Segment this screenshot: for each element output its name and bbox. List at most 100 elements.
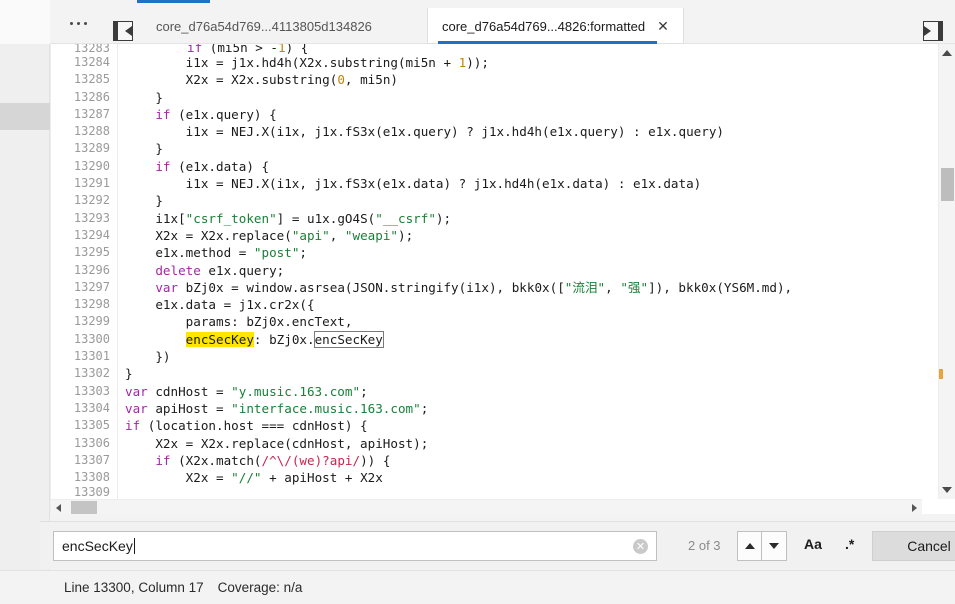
code-line[interactable]: if (e1x.query) { xyxy=(119,106,922,123)
regex-button[interactable]: .* xyxy=(845,536,854,552)
line-number: 13291 xyxy=(51,175,110,192)
code-line[interactable]: var cdnHost = "y.music.163.com"; xyxy=(119,383,922,400)
close-icon[interactable]: ✕ xyxy=(657,19,669,33)
line-number: 13308 xyxy=(51,469,110,486)
code-line[interactable]: var apiHost = "interface.music.163.com"; xyxy=(119,400,922,417)
code-line[interactable]: delete e1x.query; xyxy=(119,262,922,279)
line-number: 13284 xyxy=(51,54,110,71)
tab-core-formatted[interactable]: core_d76a54d769...4826:formatted ✕ xyxy=(427,8,684,44)
scroll-right-icon[interactable] xyxy=(912,504,917,512)
line-number: 13299 xyxy=(51,313,110,330)
line-number: 13301 xyxy=(51,348,110,365)
left-rail xyxy=(0,0,50,604)
horizontal-scroll-thumb[interactable] xyxy=(71,501,97,514)
line-number: 13302 xyxy=(51,365,110,382)
coverage-label: Coverage: n/a xyxy=(218,580,303,595)
code-line[interactable]: if (e1x.data) { xyxy=(119,158,922,175)
chevron-up-icon xyxy=(745,543,755,549)
clear-icon[interactable]: ✕ xyxy=(633,539,648,554)
line-number: 13298 xyxy=(51,296,110,313)
code-line[interactable]: } xyxy=(119,89,922,106)
code-line[interactable]: i1x = j1x.hd4h(X2x.substring(mi5n + 1)); xyxy=(119,54,922,71)
panel-right-arrow xyxy=(924,26,938,36)
panel-right-icon[interactable] xyxy=(923,21,943,41)
line-number: 13307 xyxy=(51,452,110,469)
scroll-left-icon[interactable] xyxy=(56,504,61,512)
line-number: 13306 xyxy=(51,435,110,452)
overflow-menu-icon[interactable] xyxy=(58,12,98,34)
code-line[interactable]: i1x = NEJ.X(i1x, j1x.fS3x(e1x.query) ? j… xyxy=(119,123,922,140)
search-input-value: encSecKey xyxy=(62,538,133,554)
line-number-gutter: 1328313284132851328613287132881328913290… xyxy=(51,44,118,499)
code-line[interactable]: e1x.method = "post"; xyxy=(119,244,922,261)
code-line[interactable]: encSecKey: bZj0x.encSecKey xyxy=(119,331,922,348)
code-line[interactable]: if (mi5n > -1) { xyxy=(119,44,922,54)
code-line[interactable]: X2x = "//" + apiHost + X2x xyxy=(119,469,922,486)
line-number: 13283 xyxy=(51,44,110,54)
line-number: 13286 xyxy=(51,89,110,106)
search-input[interactable]: encSecKey ✕ xyxy=(53,531,657,561)
tab-core-original[interactable]: core_d76a54d769...4113805d134826 xyxy=(142,8,386,44)
code-line[interactable]: i1x = NEJ.X(i1x, j1x.fS3x(e1x.data) ? j1… xyxy=(119,175,922,192)
code-line[interactable]: } xyxy=(119,192,922,209)
tab-strip-accent xyxy=(137,0,210,3)
panel-left-icon[interactable] xyxy=(113,21,133,41)
code-line[interactable]: } xyxy=(119,140,922,157)
line-number: 13287 xyxy=(51,106,110,123)
cancel-button[interactable]: Cancel xyxy=(872,531,955,561)
line-number: 13297 xyxy=(51,279,110,296)
line-number: 13295 xyxy=(51,244,110,261)
search-match: encSecKey xyxy=(315,332,383,347)
tab-strip: core_d76a54d769...4113805d134826 core_d7… xyxy=(50,0,955,44)
line-number: 13289 xyxy=(51,140,110,157)
scroll-down-icon[interactable] xyxy=(942,487,952,493)
panel-right-bar xyxy=(938,22,942,40)
code-line[interactable]: X2x = X2x.replace(cdnHost, apiHost); xyxy=(119,435,922,452)
code-line[interactable]: }) xyxy=(119,348,922,365)
search-match-marker xyxy=(939,369,943,379)
source-editor: 1328313284132851328613287132881328913290… xyxy=(50,44,955,514)
code-line[interactable]: if (X2x.match(/^\/(we)?api/)) { xyxy=(119,452,922,469)
status-bar: Line 13300, Column 17 Coverage: n/a xyxy=(0,570,955,604)
tab-label: core_d76a54d769...4113805d134826 xyxy=(156,19,372,34)
line-number: 13292 xyxy=(51,192,110,209)
find-bar: encSecKey ✕ 2 of 3 Aa .* Cancel xyxy=(40,521,955,569)
code-area[interactable]: 1328313284132851328613287132881328913290… xyxy=(51,44,922,499)
line-number: 13296 xyxy=(51,262,110,279)
vertical-scrollbar[interactable] xyxy=(938,44,955,499)
panel-left-arrow xyxy=(118,26,132,36)
tab-label: core_d76a54d769...4826:formatted xyxy=(442,19,645,34)
chevron-down-icon xyxy=(769,543,779,549)
line-number: 13294 xyxy=(51,227,110,244)
horizontal-scrollbar[interactable] xyxy=(51,499,922,514)
devtools-window: core_d76a54d769...4113805d134826 core_d7… xyxy=(0,0,955,604)
previous-match-button[interactable] xyxy=(737,531,762,561)
next-match-button[interactable] xyxy=(762,531,787,561)
line-number: 13304 xyxy=(51,400,110,417)
code-lines[interactable]: if (mi5n > -1) { i1x = j1x.hd4h(X2x.subs… xyxy=(119,44,922,499)
search-match-current: encSecKey xyxy=(186,332,254,347)
code-line[interactable]: X2x = X2x.substring(0, mi5n) xyxy=(119,71,922,88)
code-line[interactable]: X2x = X2x.replace("api", "weapi"); xyxy=(119,227,922,244)
code-line[interactable]: e1x.data = j1x.cr2x({ xyxy=(119,296,922,313)
line-number: 13293 xyxy=(51,210,110,227)
rail-selected-item[interactable] xyxy=(0,103,50,130)
match-case-button[interactable]: Aa xyxy=(804,536,822,552)
line-number: 13300 xyxy=(51,331,110,348)
code-line[interactable]: if (location.host === cdnHost) { xyxy=(119,417,922,434)
status-text: Line 13300, Column 17 Coverage: n/a xyxy=(64,580,302,595)
code-line[interactable]: params: bZj0x.encText, xyxy=(119,313,922,330)
scroll-up-icon[interactable] xyxy=(942,50,952,56)
cursor-position-label: Line 13300, Column 17 xyxy=(64,580,204,595)
vertical-scroll-thumb[interactable] xyxy=(941,168,954,201)
rail-header-area xyxy=(0,0,50,44)
line-number: 13285 xyxy=(51,71,110,88)
code-line[interactable]: var bZj0x = window.asrsea(JSON.stringify… xyxy=(119,279,922,296)
line-number: 13290 xyxy=(51,158,110,175)
line-number: 13303 xyxy=(51,383,110,400)
code-line[interactable]: i1x["csrf_token"] = u1x.gO4S("__csrf"); xyxy=(119,210,922,227)
code-line[interactable]: } xyxy=(119,365,922,382)
line-number: 13309 xyxy=(51,486,110,498)
text-caret xyxy=(134,538,135,554)
match-count-label: 2 of 3 xyxy=(688,538,721,553)
